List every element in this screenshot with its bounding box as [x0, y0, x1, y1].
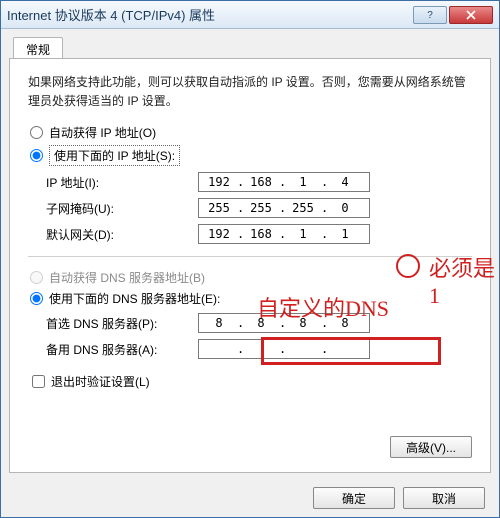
window-title: Internet 协议版本 4 (TCP/IPv4) 属性: [7, 5, 411, 24]
field-pref-dns-label: 首选 DNS 服务器(P):: [28, 315, 198, 332]
ip-oct-4[interactable]: 4: [327, 175, 363, 189]
field-alt-dns-label: 备用 DNS 服务器(A):: [28, 341, 198, 358]
radio-auto-ip[interactable]: 自动获得 IP 地址(O): [28, 124, 472, 141]
separator: [28, 256, 472, 257]
radio-auto-dns: 自动获得 DNS 服务器地址(B): [28, 269, 472, 286]
validate-checkbox-row[interactable]: 退出时验证设置(L): [28, 373, 472, 390]
pref-dns-input[interactable]: 8. 8. 8. 8: [198, 313, 370, 333]
dns-group: 自动获得 DNS 服务器地址(B) 使用下面的 DNS 服务器地址(E): 首选…: [28, 269, 472, 359]
validate-label: 退出时验证设置(L): [51, 373, 150, 390]
field-pref-dns: 首选 DNS 服务器(P): 8. 8. 8. 8: [28, 313, 472, 333]
gateway-oct-3[interactable]: 1: [285, 227, 321, 241]
gateway-oct-4[interactable]: 1: [327, 227, 363, 241]
gateway-oct-1[interactable]: 192: [201, 227, 237, 241]
field-mask: 子网掩码(U): 255. 255. 255. 0: [28, 198, 472, 218]
advanced-wrap: 高级(V)...: [390, 436, 472, 458]
close-button[interactable]: [449, 6, 493, 24]
pref-dns-oct-3[interactable]: 8: [285, 316, 321, 330]
gateway-input[interactable]: 192. 168. 1. 1: [198, 224, 370, 244]
alt-dns-input[interactable]: . . .: [198, 339, 370, 359]
radio-manual-ip-label: 使用下面的 IP 地址(S):: [49, 145, 180, 166]
gateway-oct-2[interactable]: 168: [243, 227, 279, 241]
ip-oct-1[interactable]: 192: [201, 175, 237, 189]
help-icon: ?: [425, 10, 435, 20]
tab-panel-general: 如果网络支持此功能，则可以获取自动指派的 IP 设置。否则，您需要从网络系统管理…: [9, 58, 491, 473]
ip-oct-3[interactable]: 1: [285, 175, 321, 189]
mask-oct-2[interactable]: 255: [243, 201, 279, 215]
radio-manual-dns[interactable]: 使用下面的 DNS 服务器地址(E):: [28, 290, 472, 307]
cancel-button[interactable]: 取消: [403, 487, 485, 509]
field-ip-label: IP 地址(I):: [28, 174, 198, 191]
pref-dns-oct-1[interactable]: 8: [201, 316, 237, 330]
ip-oct-2[interactable]: 168: [243, 175, 279, 189]
field-mask-label: 子网掩码(U):: [28, 200, 198, 217]
pref-dns-oct-2[interactable]: 8: [243, 316, 279, 330]
radio-manual-dns-label: 使用下面的 DNS 服务器地址(E):: [49, 290, 220, 307]
client-area: 常规 如果网络支持此功能，则可以获取自动指派的 IP 设置。否则，您需要从网络系…: [1, 29, 499, 517]
help-button[interactable]: ?: [413, 6, 447, 24]
titlebar[interactable]: Internet 协议版本 4 (TCP/IPv4) 属性 ?: [1, 1, 499, 29]
tab-strip: 常规: [9, 37, 491, 59]
field-gateway: 默认网关(D): 192. 168. 1. 1: [28, 224, 472, 244]
radio-manual-ip[interactable]: 使用下面的 IP 地址(S):: [28, 145, 472, 166]
ip-input[interactable]: 192. 168. 1. 4: [198, 172, 370, 192]
validate-checkbox[interactable]: [32, 375, 45, 388]
ip-group: 自动获得 IP 地址(O) 使用下面的 IP 地址(S): IP 地址(I): …: [28, 124, 472, 244]
svg-text:?: ?: [427, 10, 433, 20]
tab-general[interactable]: 常规: [13, 37, 63, 59]
radio-auto-ip-label: 自动获得 IP 地址(O): [49, 124, 156, 141]
mask-oct-4[interactable]: 0: [327, 201, 363, 215]
mask-oct-1[interactable]: 255: [201, 201, 237, 215]
mask-oct-3[interactable]: 255: [285, 201, 321, 215]
close-icon: [466, 10, 476, 20]
description-text: 如果网络支持此功能，则可以获取自动指派的 IP 设置。否则，您需要从网络系统管理…: [28, 73, 472, 110]
dialog-footer: 确定 取消: [313, 487, 485, 509]
field-ip: IP 地址(I): 192. 168. 1. 4: [28, 172, 472, 192]
radio-auto-ip-input[interactable]: [30, 126, 43, 139]
radio-auto-dns-input: [30, 271, 43, 284]
dialog-window: Internet 协议版本 4 (TCP/IPv4) 属性 ? 常规 如果网络支…: [0, 0, 500, 518]
radio-auto-dns-label: 自动获得 DNS 服务器地址(B): [49, 269, 205, 286]
advanced-button[interactable]: 高级(V)...: [390, 436, 472, 458]
pref-dns-oct-4[interactable]: 8: [327, 316, 363, 330]
field-gateway-label: 默认网关(D):: [28, 226, 198, 243]
radio-manual-ip-input[interactable]: [30, 149, 43, 162]
field-alt-dns: 备用 DNS 服务器(A): . . .: [28, 339, 472, 359]
radio-manual-dns-input[interactable]: [30, 292, 43, 305]
mask-input[interactable]: 255. 255. 255. 0: [198, 198, 370, 218]
ok-button[interactable]: 确定: [313, 487, 395, 509]
